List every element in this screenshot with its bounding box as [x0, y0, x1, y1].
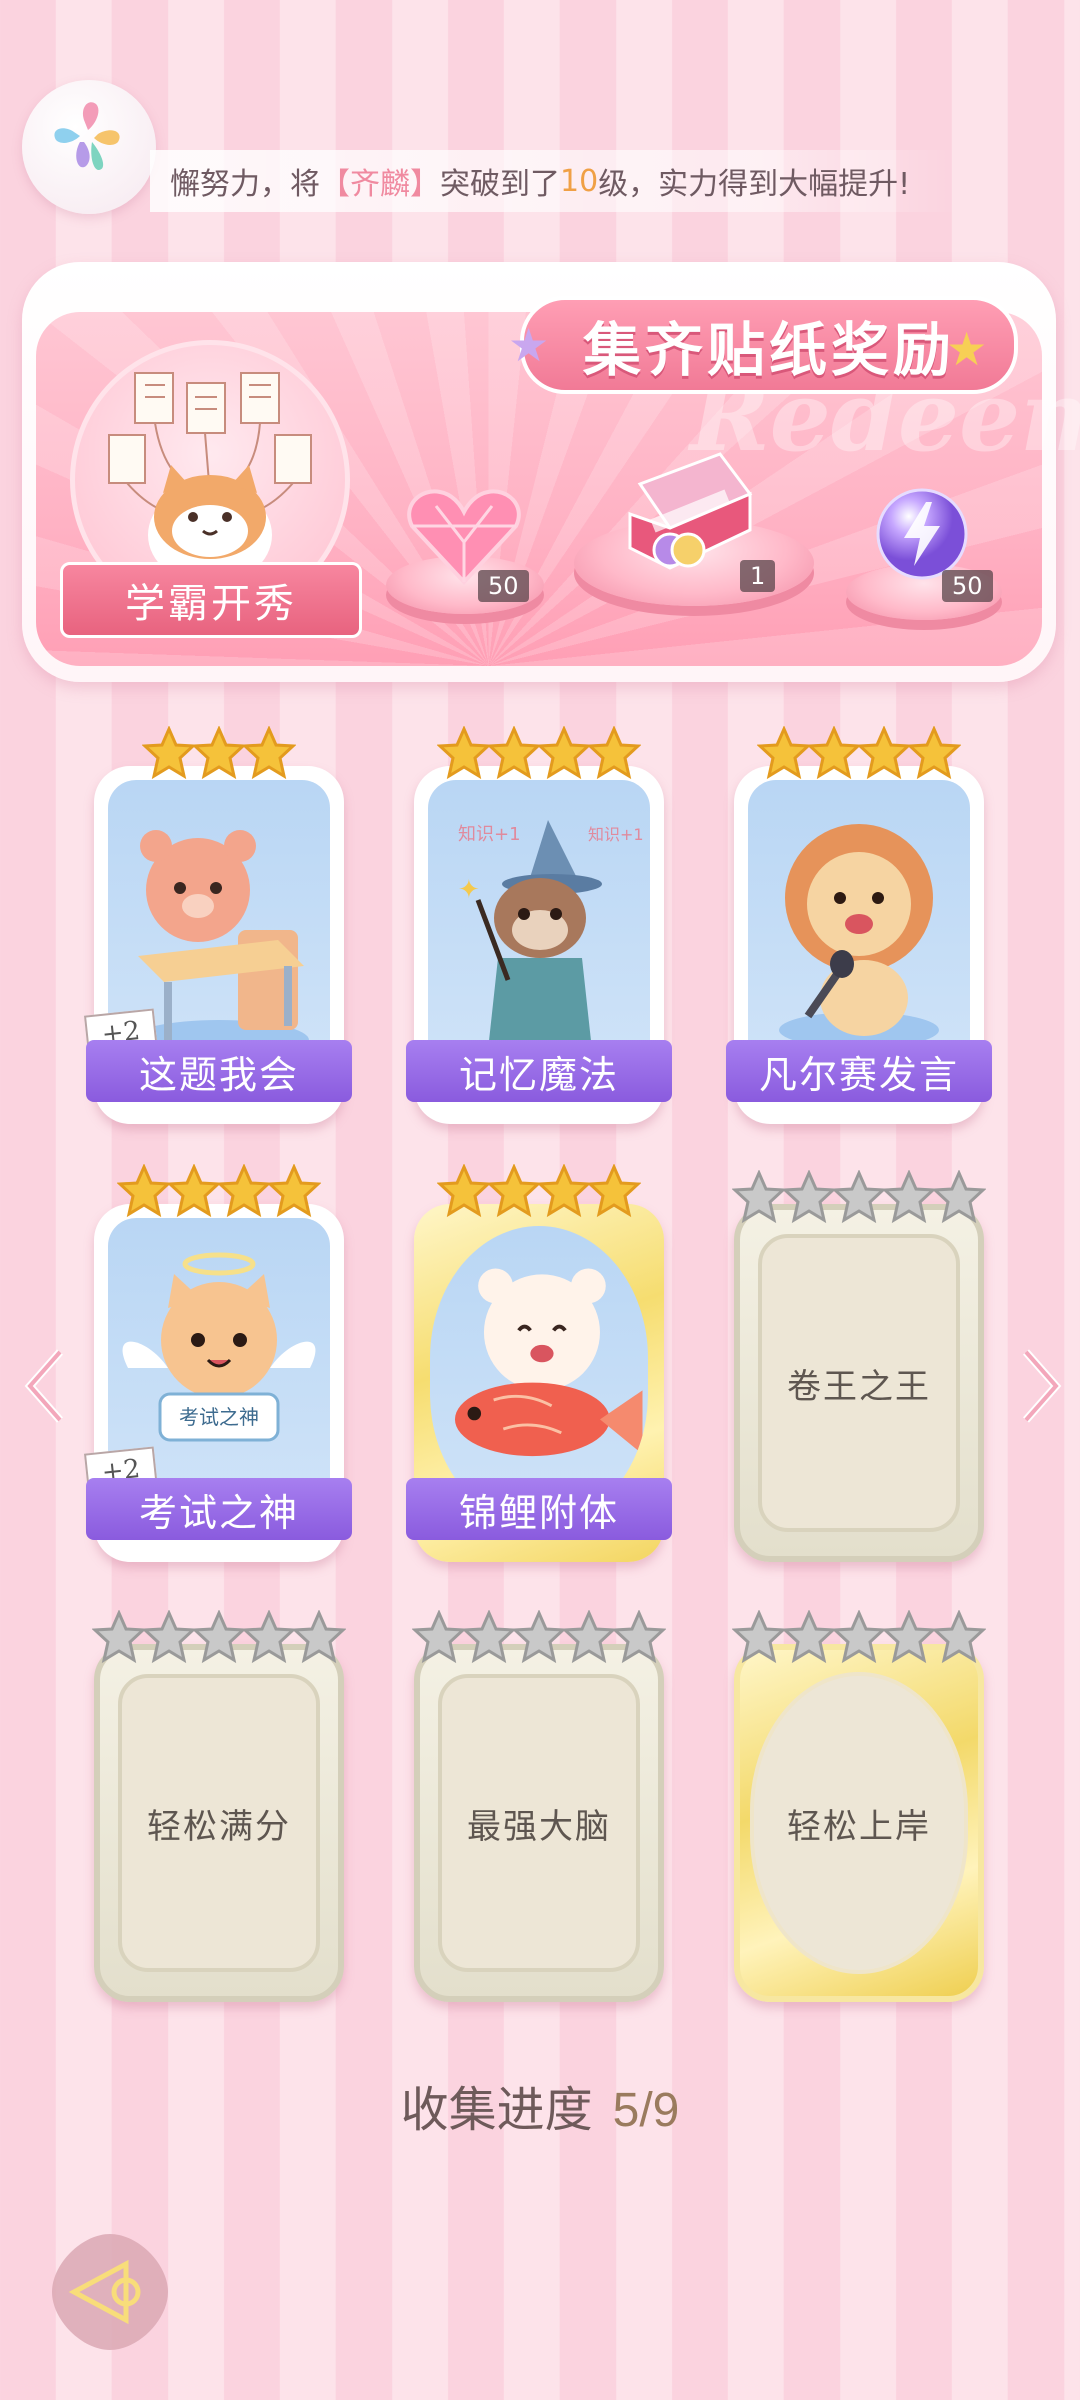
locked-sticker-card[interactable]: 轻松满分 [91, 1609, 347, 2002]
sticker-name: 轻松上岸 [787, 1806, 931, 1847]
star-rating [731, 1169, 987, 1234]
sticker-card[interactable]: 知识+1 知识+1 ✦ 记忆魔法 [406, 725, 672, 1124]
star-icon [141, 1609, 197, 1664]
reward-qty: 50 [478, 570, 529, 602]
sticker-name: 轻松满分 [147, 1806, 291, 1847]
star-icon [586, 725, 642, 780]
prev-page-arrow-icon[interactable] [22, 1346, 68, 1426]
flower-logo-icon [54, 102, 120, 170]
sticker-name: 锦鲤附体 [406, 1478, 672, 1540]
next-page-arrow-icon[interactable] [1018, 1346, 1064, 1426]
reward-qty: 50 [942, 570, 993, 602]
star-icon [831, 1169, 887, 1224]
star-icon [191, 1609, 247, 1664]
lion-microphone-icon [779, 824, 939, 1048]
star-icon [781, 1609, 837, 1664]
star-icon [611, 1609, 667, 1664]
sticker-card[interactable]: 考试之神 +2 考试之神 [83, 1163, 352, 1562]
locked-sticker-card[interactable]: 轻松上岸 [731, 1609, 987, 2002]
sticker-name: 这题我会 [86, 1040, 352, 1102]
star-icon [91, 1609, 147, 1664]
star-icon [266, 1163, 322, 1218]
ticker-suffix: 级，实力得到大幅提升! [598, 167, 911, 202]
star-icon [536, 725, 592, 780]
locked-sticker-card[interactable]: 最强大脑 [411, 1609, 667, 2002]
star-rating [731, 1609, 987, 1674]
app-logo [22, 80, 156, 214]
star-icon [881, 1169, 937, 1224]
art-text: 知识+1 [458, 824, 521, 845]
art-text: 知识+1 [588, 825, 644, 844]
svg-text:✦: ✦ [458, 875, 480, 905]
star-icon [486, 725, 542, 780]
star-icon [141, 725, 197, 780]
star-icon [856, 725, 912, 780]
announcement-ticker: 懈努力，将 【齐麟】 突破到了 10 级，实力得到大幅提升! [150, 150, 960, 212]
star-icon [116, 1163, 172, 1218]
star-rating [91, 1609, 347, 1674]
sticker-name: 考试之神 [86, 1478, 352, 1540]
star-rating [411, 1609, 667, 1674]
lightning-orb-icon[interactable] [874, 486, 970, 582]
star-icon [511, 1609, 567, 1664]
ticker-middle: 突破到了 [440, 167, 560, 202]
star-icon [831, 1609, 887, 1664]
art-text: 考试之神 [179, 1405, 259, 1429]
locked-sticker-card[interactable]: 卷王之王 [731, 1169, 987, 1562]
yellow-star-icon: ★ [946, 322, 988, 376]
star-icon [461, 1609, 517, 1664]
gift-box-icon[interactable] [620, 444, 760, 574]
sticker-card[interactable]: 凡尔赛发言 [726, 725, 992, 1124]
star-icon [411, 1609, 467, 1664]
collection-progress: 收集进度 5/9 [0, 2070, 1080, 2140]
star-icon [191, 725, 247, 780]
banner-title: 集齐贴纸奖励 [520, 296, 1018, 394]
star-icon [216, 1163, 272, 1218]
sticker-name: 记忆魔法 [406, 1040, 672, 1102]
star-icon [166, 1163, 222, 1218]
star-icon [881, 1609, 937, 1664]
ticker-player-name: 【齐麟】 [320, 167, 440, 202]
sticker-name: 凡尔赛发言 [726, 1040, 992, 1102]
sticker-card[interactable]: 锦鲤附体 [406, 1163, 672, 1562]
purple-star-icon: ★ [508, 318, 550, 372]
star-icon [241, 725, 297, 780]
bear-koi-icon [454, 1268, 643, 1457]
ticker-level: 10 [560, 163, 599, 199]
star-icon [536, 1163, 592, 1218]
star-icon [731, 1609, 787, 1664]
star-icon [291, 1609, 347, 1664]
star-icon [931, 1169, 987, 1224]
star-icon [586, 1163, 642, 1218]
reward-qty: 1 [740, 560, 776, 592]
sticker-book-label: 学霸开秀 [60, 562, 362, 638]
back-button[interactable] [48, 2230, 172, 2354]
ticker-prefix: 懈努力，将 [170, 167, 320, 202]
star-icon [241, 1609, 297, 1664]
star-icon [756, 725, 812, 780]
sticker-name: 卷王之王 [787, 1366, 931, 1407]
progress-value: 5/9 [612, 2084, 680, 2137]
star-icon [561, 1609, 617, 1664]
star-rating [414, 1163, 664, 1228]
star-icon [931, 1609, 987, 1664]
star-icon [781, 1169, 837, 1224]
star-icon [486, 1163, 542, 1218]
progress-label: 收集进度 [400, 2084, 593, 2137]
wizard-otter-icon: 知识+1 知识+1 ✦ [458, 820, 644, 1050]
sticker-card[interactable]: +2 这题我会 [83, 725, 352, 1124]
star-icon [731, 1169, 787, 1224]
sticker-name: 最强大脑 [467, 1806, 611, 1847]
star-icon [436, 1163, 492, 1218]
star-icon [906, 725, 962, 780]
star-icon [436, 725, 492, 780]
star-icon [806, 725, 862, 780]
